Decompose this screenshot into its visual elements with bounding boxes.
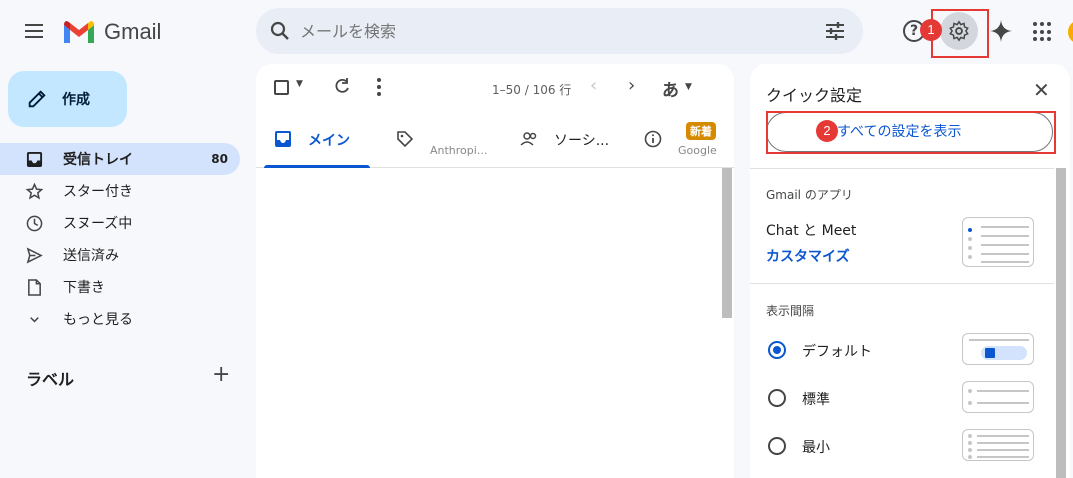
apps-icon[interactable] [1033, 22, 1053, 42]
tab-sublabel: Anthropi... [430, 144, 488, 157]
add-label-button[interactable]: + [212, 362, 230, 387]
sidebar-item-label: もっと見る [63, 312, 133, 328]
quick-settings-title: クイック設定 [766, 86, 863, 105]
people-icon [520, 132, 537, 146]
inbox-tab-icon [275, 131, 291, 147]
quick-settings-scrollbar[interactable] [1056, 168, 1066, 478]
density-compact-label[interactable]: 最小 [802, 437, 830, 457]
mail-list-panel: ▼ 1–50 / 106 行 ‹ › あ ▼ メイン Anthropi... ソ… [256, 64, 734, 478]
divider [750, 283, 1054, 284]
sidebar-item-drafts[interactable]: 下書き [0, 271, 240, 303]
mail-toolbar: ▼ 1–50 / 106 行 ‹ › あ ▼ [256, 64, 734, 112]
sidebar-nav: 受信トレイ 80 スター付き スヌーズ中 送信済み 下書き もっと見る [0, 143, 240, 335]
next-page-icon[interactable]: › [628, 75, 635, 96]
density-comfortable-radio[interactable] [768, 389, 786, 407]
avatar[interactable] [1068, 20, 1073, 44]
tab-label: メイン [308, 133, 350, 149]
unread-count: 80 [211, 152, 228, 166]
sidebar-item-more[interactable]: もっと見る [0, 303, 240, 335]
gmail-m-icon [64, 21, 94, 43]
input-tools-caret-icon[interactable]: ▼ [685, 82, 692, 92]
sidebar-item-inbox[interactable]: 受信トレイ 80 [0, 143, 240, 175]
tab-updates[interactable]: 新着 Google [642, 112, 734, 168]
search-icon[interactable] [268, 19, 292, 43]
divider [750, 168, 1054, 169]
send-icon [26, 247, 43, 264]
compose-label: 作成 [62, 92, 90, 108]
clock-icon [26, 215, 43, 232]
doc-icon [985, 348, 995, 358]
prev-page-icon[interactable]: ‹ [590, 75, 597, 96]
close-icon[interactable]: ✕ [1033, 78, 1050, 102]
menu-icon[interactable] [22, 20, 46, 44]
pencil-icon [28, 90, 46, 108]
sidebar-item-label: 下書き [63, 280, 105, 296]
mail-list-scrollbar[interactable] [722, 168, 732, 318]
search-bar[interactable] [256, 8, 863, 54]
more-vert-icon[interactable] [377, 78, 381, 96]
density-default-label[interactable]: デフォルト [802, 341, 872, 361]
density-compact-radio[interactable] [768, 437, 786, 455]
apps-preview-thumbnail [962, 217, 1034, 267]
category-tabs: メイン Anthropi... ソーシ... 新着 Google [256, 112, 734, 168]
brand-name: Gmail [104, 19, 162, 44]
customize-link[interactable]: カスタマイズ [766, 246, 850, 266]
top-bar: Gmail ? [0, 0, 1073, 64]
gmail-logo[interactable]: Gmail [62, 15, 161, 49]
refresh-icon[interactable] [333, 77, 351, 95]
density-compact-thumbnail [962, 429, 1034, 461]
info-icon [644, 130, 662, 148]
density-comfortable-label[interactable]: 標準 [802, 389, 830, 409]
apps-section-title: Gmail のアプリ [766, 188, 853, 202]
draft-icon [28, 279, 41, 296]
labels-header: ラベル [26, 370, 75, 389]
active-tab-indicator [264, 165, 370, 168]
tune-icon[interactable] [823, 19, 847, 43]
sidebar-item-label: 受信トレイ [63, 152, 133, 168]
pagination-text: 1–50 / 106 行 [492, 83, 572, 97]
sidebar-item-snoozed[interactable]: スヌーズ中 [0, 207, 240, 239]
tab-sublabel: Google [678, 144, 717, 157]
new-badge: 新着 [686, 122, 716, 140]
inbox-icon [26, 151, 43, 168]
select-dropdown-icon[interactable]: ▼ [296, 79, 303, 89]
input-tools-button[interactable]: あ [662, 76, 679, 101]
density-default-radio[interactable] [768, 341, 786, 359]
compose-button[interactable]: 作成 [8, 71, 127, 127]
search-input[interactable] [300, 18, 800, 44]
density-comfortable-thumbnail [962, 381, 1034, 413]
tab-anthropic[interactable]: Anthropi... [394, 112, 504, 168]
chat-meet-label: Chat と Meet [766, 223, 857, 239]
sidebar-item-sent[interactable]: 送信済み [0, 239, 240, 271]
chevron-down-icon [30, 317, 39, 323]
tab-label: ソーシ... [554, 133, 610, 149]
annotation-box-all-settings [766, 111, 1056, 154]
annotation-badge-1: 1 [920, 19, 942, 41]
select-all-checkbox[interactable] [274, 80, 289, 95]
tag-icon [397, 131, 414, 148]
density-section-title: 表示間隔 [766, 304, 815, 318]
sidebar-item-label: スヌーズ中 [63, 216, 133, 232]
annotation-badge-2: 2 [816, 120, 838, 142]
density-default-thumbnail [962, 333, 1034, 365]
sidebar-item-starred[interactable]: スター付き [0, 175, 240, 207]
sidebar-item-label: スター付き [63, 184, 133, 200]
star-icon [26, 183, 43, 200]
gemini-sparkle-icon[interactable] [989, 19, 1013, 43]
tab-social[interactable]: ソーシ... [518, 112, 618, 168]
sidebar-item-label: 送信済み [63, 248, 119, 264]
tab-primary[interactable]: メイン [256, 112, 378, 168]
